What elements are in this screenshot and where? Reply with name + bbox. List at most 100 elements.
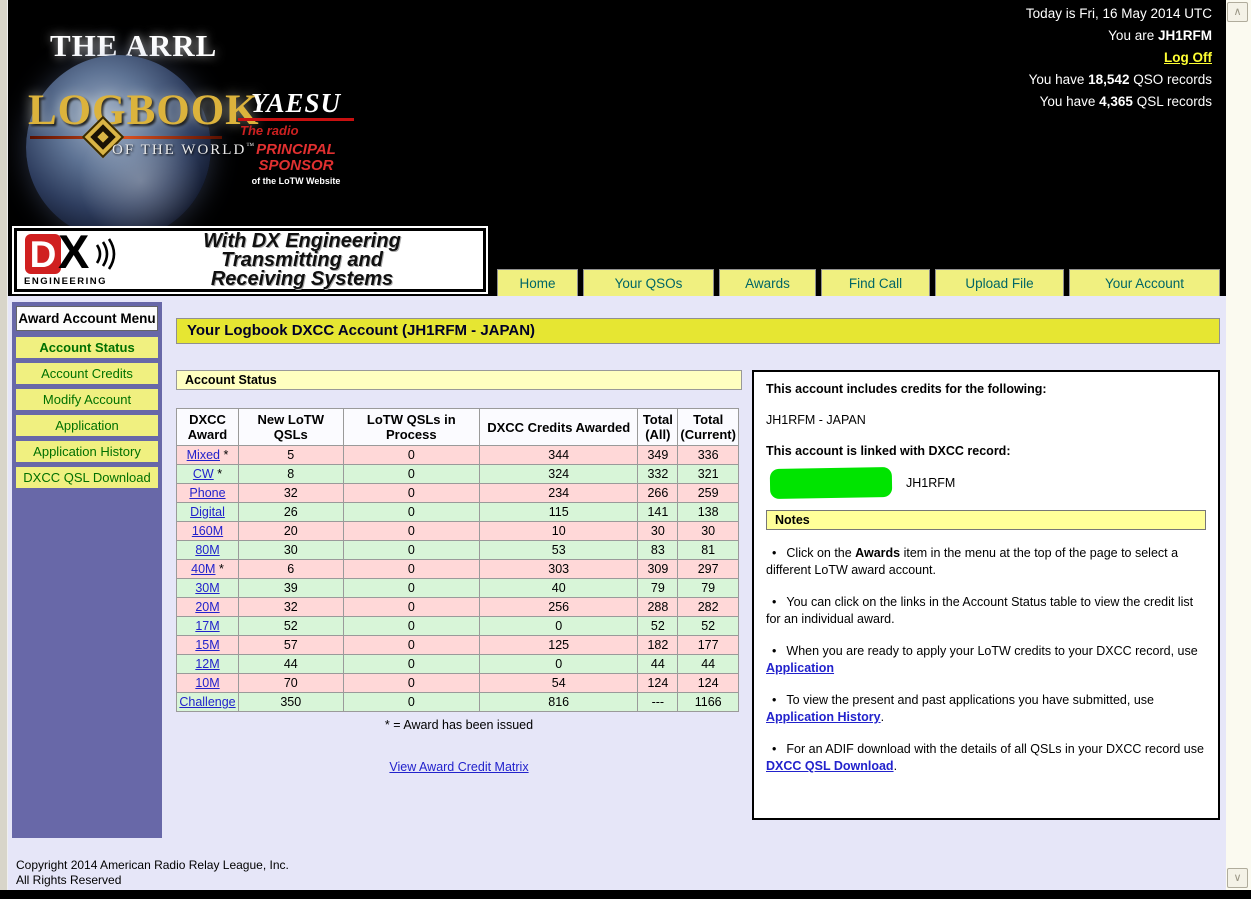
tab-find-call[interactable]: Find Call xyxy=(821,269,930,296)
sidebar-item-account-status[interactable]: Account Status xyxy=(16,337,158,358)
qsl-records-line: You have 4,365 QSL records xyxy=(1026,91,1212,113)
window-bottom-border xyxy=(0,890,1251,899)
award-cell: 20M xyxy=(177,598,239,617)
new-qsls-cell: 350 xyxy=(238,693,343,712)
award-cell: Challenge xyxy=(177,693,239,712)
award-link-30m[interactable]: 30M xyxy=(195,581,219,595)
qsl-prefix: You have xyxy=(1040,94,1096,109)
tab-awards[interactable]: Awards xyxy=(719,269,816,296)
award-link-12m[interactable]: 12M xyxy=(195,657,219,671)
award-link-40m[interactable]: 40M xyxy=(191,562,215,576)
award-link-15m[interactable]: 15M xyxy=(195,638,219,652)
current-date-line: Today is Fri, 16 May 2014 UTC xyxy=(1026,3,1212,25)
sidebar-item-application[interactable]: Application xyxy=(16,415,158,436)
total-current-cell: 81 xyxy=(678,541,739,560)
total-current-cell: 259 xyxy=(678,484,739,503)
dx-banner-line1: With DX Engineering xyxy=(121,232,483,251)
sidebar-item-account-credits[interactable]: Account Credits xyxy=(16,363,158,384)
application-history-link[interactable]: Application History xyxy=(766,710,881,724)
award-cell: 12M xyxy=(177,655,239,674)
award-link-17m[interactable]: 17M xyxy=(195,619,219,633)
scroll-up-button[interactable]: ∧ xyxy=(1227,2,1248,22)
award-link-20m[interactable]: 20M xyxy=(195,600,219,614)
in-process-cell: 0 xyxy=(343,693,479,712)
total-all-cell: 79 xyxy=(638,579,678,598)
credits-heading: This account includes credits for the fo… xyxy=(766,382,1206,396)
application-link[interactable]: Application xyxy=(766,661,834,675)
in-process-cell: 0 xyxy=(343,579,479,598)
total-current-cell: 44 xyxy=(678,655,739,674)
award-cell: 30M xyxy=(177,579,239,598)
vertical-scrollbar[interactable]: ∧ ∨ xyxy=(1226,0,1251,890)
sidebar-item-application-history[interactable]: Application History xyxy=(16,441,158,462)
linked-record-heading: This account is linked with DXCC record: xyxy=(766,444,1206,458)
tab-your-account[interactable]: Your Account xyxy=(1069,269,1220,296)
bullet-icon: • xyxy=(772,595,776,609)
new-qsls-cell: 26 xyxy=(238,503,343,522)
credits-cell: 10 xyxy=(480,522,638,541)
yaesu-wordmark: YAESU xyxy=(236,90,356,117)
page: THE ARRL LOGBOOK OF THE WORLD™ YAESU The… xyxy=(8,0,1226,890)
bullet-icon: • xyxy=(772,546,776,560)
table-body: Mixed *50344349336CW *80324332321Phone32… xyxy=(177,446,739,712)
award-link-80m[interactable]: 80M xyxy=(195,543,219,557)
dx-engineering-logo: D X ENGINEERING xyxy=(17,231,121,289)
note-text: For an ADIF download with the details of… xyxy=(786,742,1204,756)
user-callsign: JH1RFM xyxy=(1158,28,1212,43)
credits-cell: 40 xyxy=(480,579,638,598)
total-all-cell: 182 xyxy=(638,636,678,655)
award-link-phone[interactable]: Phone xyxy=(189,486,225,500)
of-the-world-text: OF THE WORLD xyxy=(112,142,246,158)
total-all-cell: 124 xyxy=(638,674,678,693)
tab-home[interactable]: Home xyxy=(497,269,578,296)
main-content: Award Account Menu Account StatusAccount… xyxy=(8,296,1226,890)
tab-upload-file[interactable]: Upload File xyxy=(935,269,1064,296)
note-item-2: •You can click on the links in the Accou… xyxy=(766,594,1206,628)
award-link-digital[interactable]: Digital xyxy=(190,505,225,519)
linked-record-row: JH1RFM xyxy=(766,468,1206,498)
qso-prefix: You have xyxy=(1029,72,1085,87)
account-status-table: DXCC AwardNew LoTW QSLsLoTW QSLs in Proc… xyxy=(176,408,739,712)
award-link-cw[interactable]: CW xyxy=(193,467,214,481)
total-all-cell: 52 xyxy=(638,617,678,636)
new-qsls-cell: 32 xyxy=(238,484,343,503)
award-cell: Mixed * xyxy=(177,446,239,465)
new-qsls-cell: 32 xyxy=(238,598,343,617)
award-link-10m[interactable]: 10M xyxy=(195,676,219,690)
note-item-1: •Click on the Awards item in the menu at… xyxy=(766,545,1206,579)
note-text: Click on the xyxy=(786,546,855,560)
you-are-line: You are JH1RFM xyxy=(1026,25,1212,47)
award-cell: CW * xyxy=(177,465,239,484)
dx-logo-d: D xyxy=(25,234,61,274)
dxcc-qsl-download-link[interactable]: DXCC QSL Download xyxy=(766,759,894,773)
in-process-cell: 0 xyxy=(343,484,479,503)
sidebar-item-modify-account[interactable]: Modify Account xyxy=(16,389,158,410)
bullet-icon: • xyxy=(772,742,776,756)
award-link-challenge[interactable]: Challenge xyxy=(179,695,235,709)
table-row-digital: Digital260115141138 xyxy=(177,503,739,522)
new-qsls-cell: 5 xyxy=(238,446,343,465)
sidebar-item-dxcc-qsl-download[interactable]: DXCC QSL Download xyxy=(16,467,158,488)
credits-cell: 344 xyxy=(480,446,638,465)
credits-cell: 256 xyxy=(480,598,638,617)
award-link-160m[interactable]: 160M xyxy=(192,524,223,538)
in-process-cell: 0 xyxy=(343,465,479,484)
view-award-credit-matrix-link[interactable]: View Award Credit Matrix xyxy=(176,760,742,774)
new-qsls-cell: 44 xyxy=(238,655,343,674)
column-header-total-current: Total (Current) xyxy=(678,409,739,446)
dx-engineering-ad-banner[interactable]: D X ENGINEERING With DX Engineering Tran… xyxy=(14,228,486,292)
award-cell: 160M xyxy=(177,522,239,541)
credits-value: JH1RFM - JAPAN xyxy=(766,413,1206,427)
new-qsls-cell: 30 xyxy=(238,541,343,560)
total-current-cell: 282 xyxy=(678,598,739,617)
yaesu-sponsor-text: PRINCIPAL SPONSOR xyxy=(236,142,356,174)
scroll-down-button[interactable]: ∨ xyxy=(1227,868,1248,888)
qso-records-line: You have 18,542 QSO records xyxy=(1026,69,1212,91)
dx-engineering-label: ENGINEERING xyxy=(24,276,107,287)
table-row-80m: 80M300538381 xyxy=(177,541,739,560)
notes-section-header: Notes xyxy=(766,510,1206,530)
dx-banner-text: With DX Engineering Transmitting and Rec… xyxy=(121,232,483,289)
log-off-link[interactable]: Log Off xyxy=(1164,50,1212,65)
award-link-mixed[interactable]: Mixed xyxy=(187,448,220,462)
tab-your-qsos[interactable]: Your QSOs xyxy=(583,269,714,296)
